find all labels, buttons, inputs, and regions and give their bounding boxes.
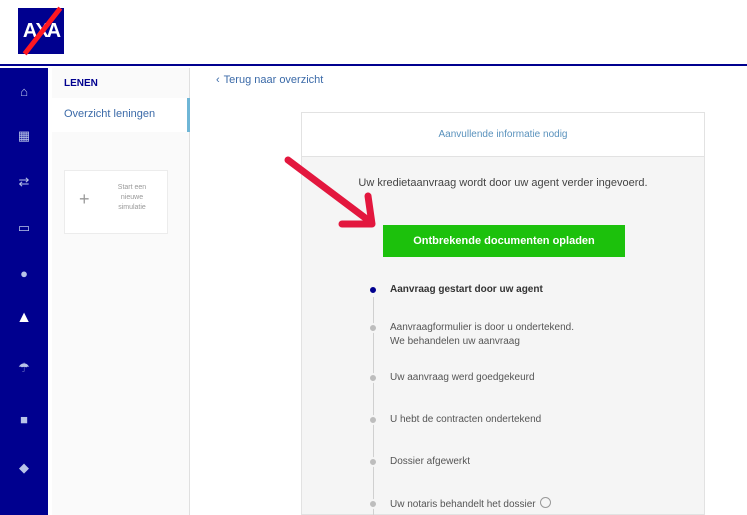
new-simulation-label: Start een nieuwe simulatie xyxy=(103,183,161,213)
info-icon[interactable] xyxy=(539,497,551,508)
step-dot xyxy=(368,323,378,333)
step-dot xyxy=(368,499,378,509)
back-to-overview-link[interactable]: ‹ Terug naar overzicht xyxy=(216,74,323,86)
card-icon[interactable]: ▭ xyxy=(14,218,34,238)
step-label: Dossier afgewerkt xyxy=(390,456,471,467)
savings-icon[interactable]: ● xyxy=(14,264,34,284)
subnav-item-loans-overview[interactable]: Overzicht leningen xyxy=(52,98,190,132)
axa-logo[interactable]: AXA xyxy=(18,6,64,56)
business-icon[interactable]: ■ xyxy=(14,410,34,430)
step-label-line-1: Aanvraagformulier is door u ondertekend. xyxy=(390,322,574,333)
step-label: Uw aanvraag werd goedgekeurd xyxy=(390,372,535,383)
chevron-left-icon: ‹ xyxy=(216,74,220,86)
dashboard-icon[interactable]: ▦ xyxy=(14,126,34,146)
transfer-icon[interactable]: ⇄ xyxy=(14,172,34,192)
simulation-line-1: Start een xyxy=(117,184,147,191)
step-label-line-2: We behandelen uw aanvraag xyxy=(390,336,520,347)
step-label-text: Uw notaris behandelt het dossier xyxy=(390,499,536,510)
subnav-section-title: LENEN xyxy=(64,78,98,89)
step-dot xyxy=(368,373,378,383)
main-content: ‹ Terug naar overzicht Aanvullende inform… xyxy=(200,68,747,515)
step-label: Aanvraag gestart door uw agent xyxy=(390,284,543,295)
icon-sidebar: ⌂ ▦ ⇄ ▭ ● ▲ ☂ ■ ◆ xyxy=(0,68,48,515)
step-label: Aanvraagformulier is door u ondertekend.… xyxy=(390,321,680,349)
top-bar: AXA xyxy=(0,0,747,66)
step-label: U hebt de contracten ondertekend xyxy=(390,414,542,425)
loans-subnav: LENEN Overzicht leningen + Start een nie… xyxy=(52,68,190,515)
annotation-arrow-icon xyxy=(284,156,376,228)
upload-missing-documents-button[interactable]: Ontbrekende documenten opladen xyxy=(383,225,625,257)
simulation-line-3: simulatie xyxy=(118,204,146,211)
home-icon[interactable]: ⌂ xyxy=(14,82,34,102)
pension-icon[interactable]: ◆ xyxy=(14,458,34,478)
back-link-label: Terug naar overzicht xyxy=(223,74,324,86)
new-simulation-card[interactable]: + Start een nieuwe simulatie xyxy=(64,170,168,234)
step-dot-current xyxy=(368,285,378,295)
progress-steps: Aanvraag gestart door uw agent Aanvraagf… xyxy=(302,283,704,515)
step-label: Uw notaris behandelt het dossier xyxy=(390,497,680,512)
step-dot xyxy=(368,457,378,467)
step-dot xyxy=(368,415,378,425)
plus-icon: + xyxy=(79,189,90,209)
loan-icon[interactable]: ▲ xyxy=(14,308,34,328)
simulation-line-2: nieuwe xyxy=(120,194,144,201)
insurance-icon[interactable]: ☂ xyxy=(14,358,34,378)
